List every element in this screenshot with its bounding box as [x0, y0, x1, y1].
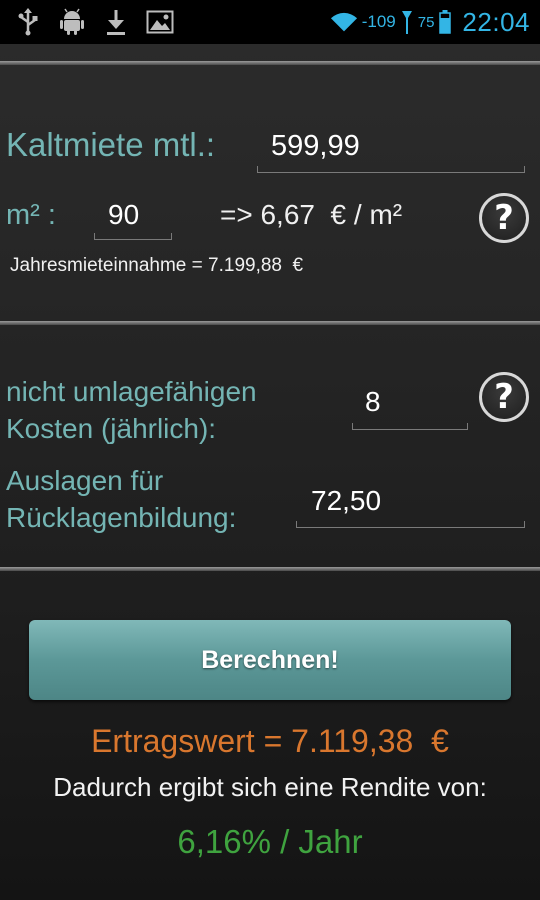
- wifi-icon: [330, 8, 358, 36]
- section-divider-middle: [0, 321, 540, 325]
- download-icon: [102, 8, 130, 36]
- battery-icon: [438, 8, 452, 36]
- main-content: Kaltmiete mtl.: 599,99 m² : 90 => 6,67 €…: [0, 44, 540, 900]
- costs-label-line2: Kosten (jährlich):: [6, 413, 217, 444]
- clock: 22:04: [462, 6, 530, 37]
- reserves-label-line1: Auslagen für: [6, 465, 164, 496]
- reserves-input[interactable]: 72,50: [311, 485, 381, 517]
- help-question-icon: ?: [494, 198, 514, 238]
- notification-icons: [14, 6, 174, 38]
- image-icon: [146, 8, 174, 36]
- reserves-label-line2: Rücklagenbildung:: [6, 502, 237, 533]
- help-button-costs[interactable]: ?: [479, 372, 529, 422]
- rendite-value: 6,16% / Jahr: [177, 823, 363, 860]
- help-question-icon: ?: [494, 377, 514, 417]
- rent-label: Kaltmiete mtl.:: [6, 126, 216, 163]
- annual-income: Jahresmieteinnahme = 7.199,88 €: [10, 255, 304, 276]
- section-divider-bottom: [0, 567, 540, 571]
- area-input-underline: [94, 233, 172, 240]
- reserves-label: Auslagen für Rücklagenbildung:: [6, 462, 236, 536]
- usb-icon: [14, 8, 42, 36]
- help-button-rent[interactable]: ?: [479, 193, 529, 243]
- ertragswert-result: Ertragswert = 7.119,38 €: [91, 723, 449, 759]
- calculate-button[interactable]: Berechnen!: [29, 620, 511, 700]
- calculate-button-label: Berechnen!: [201, 645, 339, 674]
- costs-input[interactable]: 8: [365, 386, 381, 418]
- area-input[interactable]: 90: [108, 199, 139, 231]
- signal-icon: [400, 8, 414, 36]
- section-divider-top: [0, 61, 540, 65]
- system-indicators: -109 75 22:04: [330, 6, 530, 38]
- rent-input[interactable]: 599,99: [271, 130, 360, 163]
- costs-label-line1: nicht umlagefähigen: [6, 376, 257, 407]
- android-debug-icon: [58, 8, 86, 36]
- costs-label: nicht umlagefähigen Kosten (jährlich):: [6, 373, 257, 447]
- rent-input-underline: [257, 166, 525, 173]
- battery-level: 75: [417, 13, 435, 31]
- price-per-sqm: => 6,67 € / m²: [220, 199, 403, 230]
- reserves-input-underline: [296, 521, 525, 528]
- rendite-intro: Dadurch ergibt sich eine Rendite von:: [53, 772, 487, 802]
- costs-input-underline: [352, 423, 468, 430]
- area-label: m² :: [6, 199, 56, 231]
- status-bar: -109 75 22:04: [0, 0, 540, 44]
- signal-strength: -109: [361, 12, 396, 31]
